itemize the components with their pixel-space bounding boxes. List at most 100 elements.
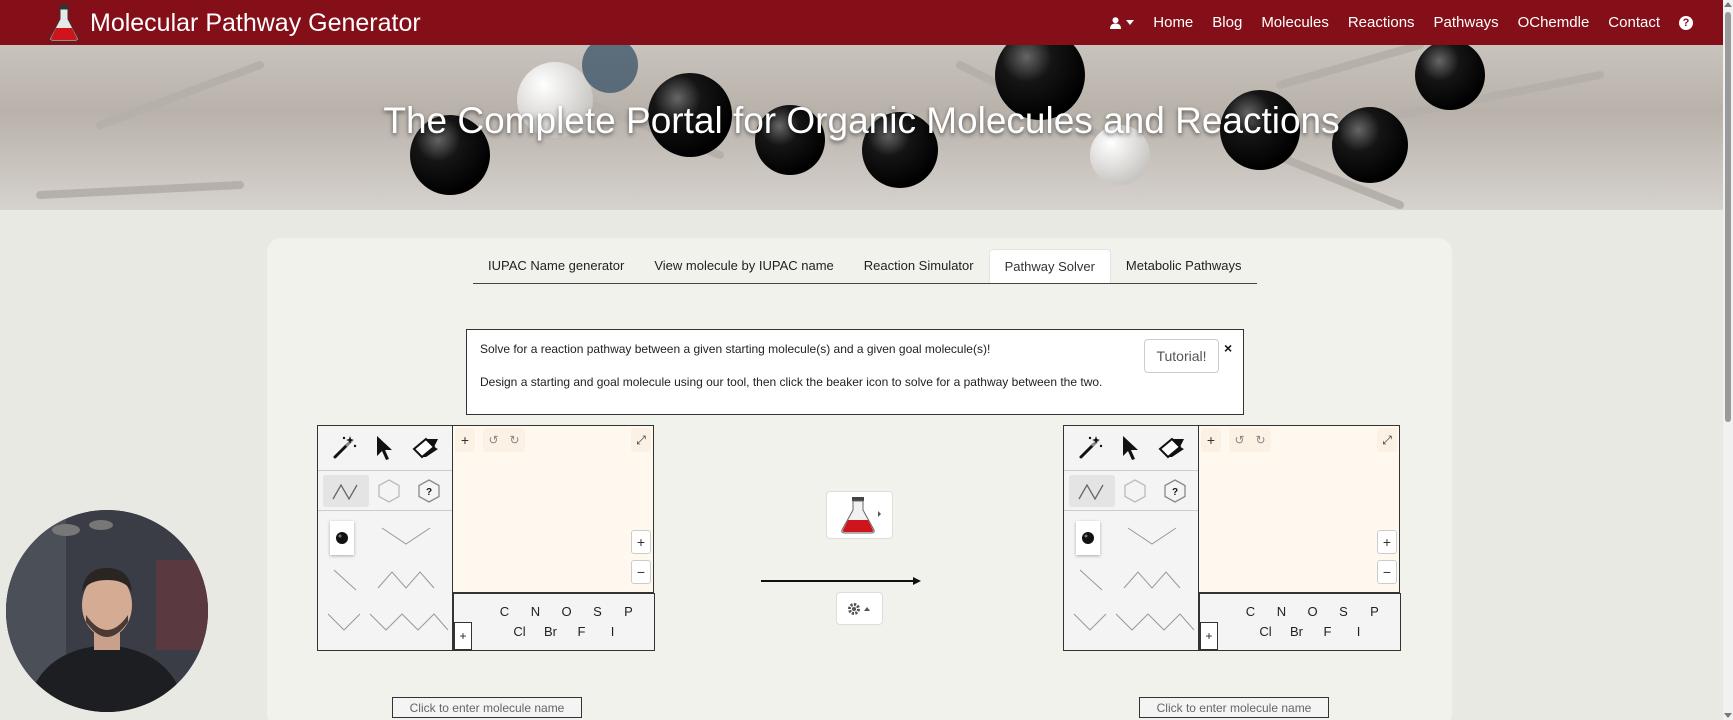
chain-two-bond-icon[interactable] [1126,526,1178,551]
start-toolbar: ? [317,425,453,651]
magic-wand-icon[interactable] [324,432,364,464]
user-menu-button[interactable] [1110,16,1135,29]
solver-settings-button[interactable] [836,592,883,625]
page-scrollbar[interactable] [1723,0,1733,720]
element-f[interactable]: F [1312,624,1343,639]
unknown-ring-icon[interactable]: ? [409,475,449,507]
element-i[interactable]: I [1343,624,1374,639]
scroll-down-icon[interactable] [1724,713,1732,718]
undo-icon[interactable]: ↺ [1234,433,1244,447]
element-s[interactable]: S [1328,604,1359,619]
expand-icon[interactable]: ⤢ [1377,428,1397,452]
element-n[interactable]: N [520,604,551,619]
tab-metabolic-pathways[interactable]: Metabolic Pathways [1111,249,1257,283]
element-p[interactable]: P [1359,604,1390,619]
zoom-in-button[interactable]: + [631,530,651,554]
element-n[interactable]: N [1266,604,1297,619]
main-nav: Home Blog Molecules Reactions Pathways O… [1110,0,1693,45]
element-s[interactable]: S [582,604,613,619]
element-br[interactable]: Br [535,624,566,639]
redo-icon[interactable]: ↻ [1255,433,1265,447]
tab-reaction-simulator[interactable]: Reaction Simulator [849,249,989,283]
chain-long-bond-icon[interactable] [1114,612,1196,637]
nav-molecules[interactable]: Molecules [1261,14,1329,31]
start-undo-redo: ↺ ↻ [483,428,525,452]
tool-tabs: IUPAC Name generator View molecule by IU… [473,249,1257,284]
nav-blog[interactable]: Blog [1212,14,1242,31]
undo-icon[interactable]: ↺ [488,433,498,447]
single-bond-icon[interactable] [1078,568,1104,597]
reaction-arrow [761,580,913,582]
expand-icon[interactable]: ⤢ [631,428,651,452]
tab-iupac-name-generator[interactable]: IUPAC Name generator [473,249,639,283]
gear-icon [847,602,870,615]
chevron-down-icon [1126,20,1135,25]
instructions-box: Solve for a reaction pathway between a g… [466,329,1244,415]
close-icon[interactable]: × [1224,340,1232,356]
add-canvas-button[interactable]: + [455,428,475,452]
redo-icon[interactable]: ↻ [509,433,519,447]
select-arrow-icon[interactable] [365,432,405,464]
tab-pathway-solver[interactable]: Pathway Solver [988,249,1111,283]
chain-three-bond-icon[interactable] [376,570,436,595]
goal-drawing-canvas[interactable]: + ↺ ↻ ⤢ + − [1199,425,1400,593]
chain-long-bond-icon[interactable] [368,612,450,637]
element-o[interactable]: O [551,604,582,619]
element-br[interactable]: Br [1281,624,1312,639]
goal-molecule-editor: ? + ↺ ↻ ⤢ + − C N O S P Cl Br F I + [1063,425,1401,651]
select-arrow-icon[interactable] [1111,432,1151,464]
chain-two-bond-icon[interactable] [380,526,432,551]
eraser-icon[interactable] [406,432,446,464]
single-bond-icon[interactable] [332,568,358,597]
start-molecule-name-input[interactable]: Click to enter molecule name [392,697,582,718]
hero-banner: The Complete Portal for Organic Molecule… [0,45,1723,210]
more-elements-button[interactable]: + [1200,622,1218,650]
scroll-up-icon[interactable] [1724,2,1732,7]
eraser-icon[interactable] [1152,432,1192,464]
chain-tool-icon[interactable] [323,474,369,507]
element-p[interactable]: P [613,604,644,619]
solve-pathway-button[interactable] [826,491,893,539]
add-canvas-button[interactable]: + [1201,428,1221,452]
atom-tool-icon[interactable] [1076,521,1100,555]
brand[interactable]: Molecular Pathway Generator [48,4,421,42]
more-elements-button[interactable]: + [454,622,472,650]
nav-home[interactable]: Home [1153,14,1193,31]
chain-down-bond-icon[interactable] [326,612,362,637]
start-molecule-editor: ? + ↺ ↻ ⤢ + − C N O S P Cl Br F I + [317,425,655,651]
scroll-thumb[interactable] [1725,12,1731,422]
instructions-line-2: Design a starting and goal molecule usin… [480,375,1103,389]
nav-reactions[interactable]: Reactions [1348,14,1415,31]
element-cl[interactable]: Cl [504,624,535,639]
benzene-ring-icon[interactable] [1115,475,1155,507]
chain-three-bond-icon[interactable] [1122,570,1182,595]
question-circle-icon[interactable]: ? [1679,15,1693,30]
unknown-ring-icon[interactable]: ? [1155,475,1195,507]
zoom-in-button[interactable]: + [1377,530,1397,554]
tutorial-button[interactable]: Tutorial! [1144,339,1219,373]
start-bond-palette [318,512,452,650]
benzene-ring-icon[interactable] [369,475,409,507]
element-o[interactable]: O [1297,604,1328,619]
presenter-video-image [6,510,208,712]
nav-pathways[interactable]: Pathways [1434,14,1499,31]
chain-tool-icon[interactable] [1069,474,1115,507]
goal-bond-palette [1064,512,1198,650]
start-element-palette: C N O S P Cl Br F I + [453,593,655,651]
element-cl[interactable]: Cl [1250,624,1281,639]
tab-view-molecule-by-iupac-name[interactable]: View molecule by IUPAC name [639,249,848,283]
chain-down-bond-icon[interactable] [1072,612,1108,637]
zoom-out-button[interactable]: − [1377,560,1397,584]
atom-tool-icon[interactable] [330,521,354,555]
nav-ochemdle[interactable]: OChemdle [1518,14,1590,31]
element-i[interactable]: I [597,624,628,639]
element-c[interactable]: C [1235,604,1266,619]
zoom-out-button[interactable]: − [631,560,651,584]
magic-wand-icon[interactable] [1070,432,1110,464]
goal-element-palette: C N O S P Cl Br F I + [1199,593,1401,651]
start-drawing-canvas[interactable]: + ↺ ↻ ⤢ + − [453,425,654,593]
element-c[interactable]: C [489,604,520,619]
goal-molecule-name-input[interactable]: Click to enter molecule name [1139,697,1329,718]
nav-contact[interactable]: Contact [1608,14,1660,31]
element-f[interactable]: F [566,624,597,639]
